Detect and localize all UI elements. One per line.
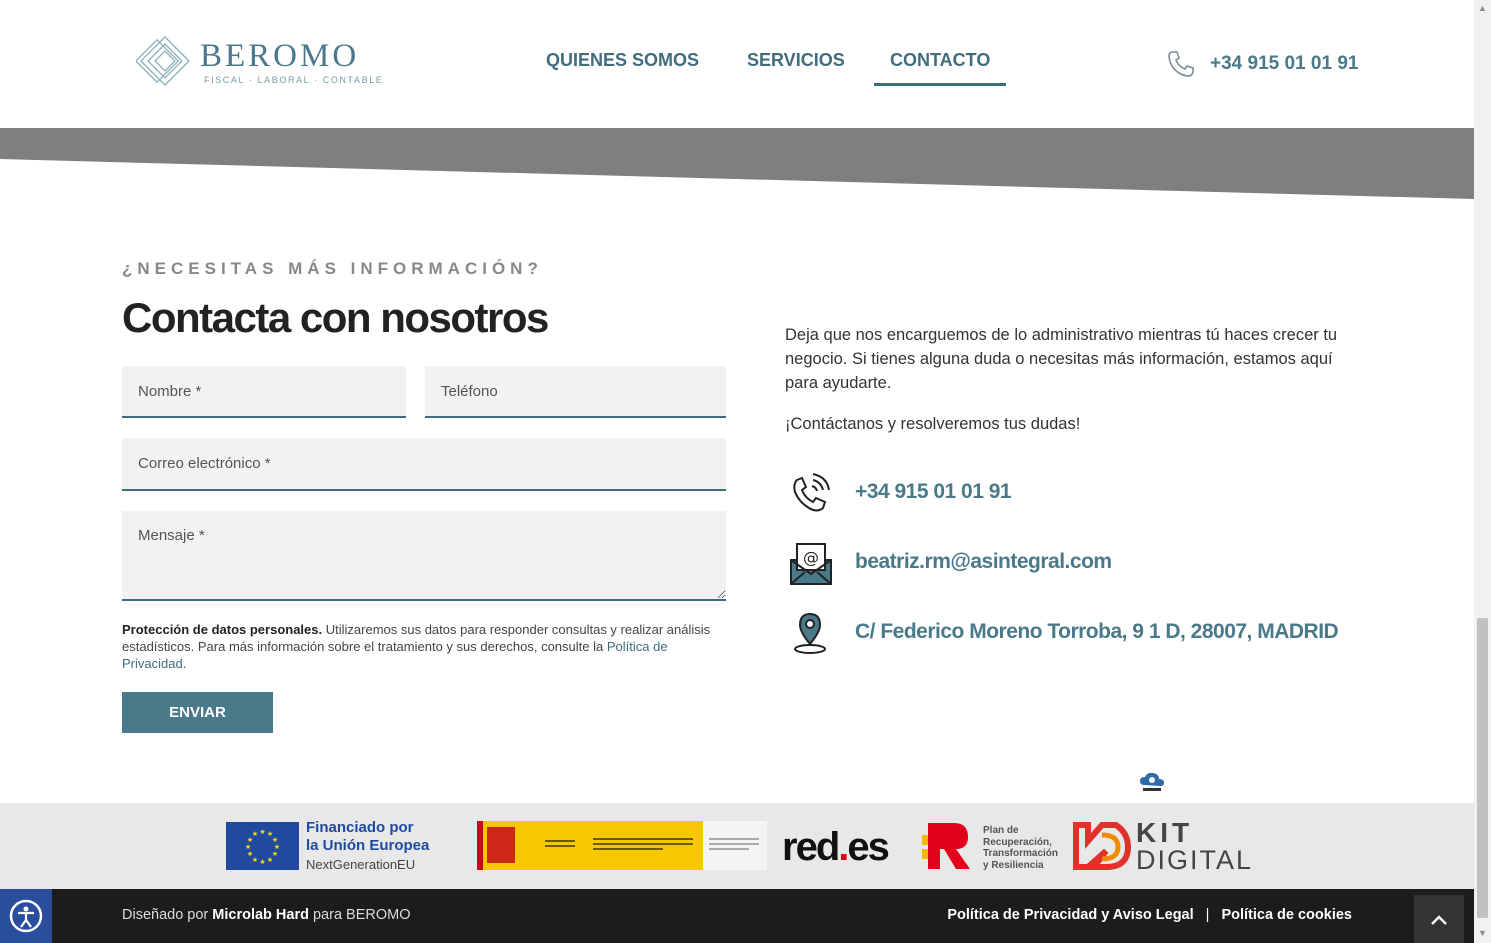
contact-description: Deja que nos encarguemos de lo administr… xyxy=(785,326,1338,392)
accessibility-icon xyxy=(9,899,43,933)
submit-button[interactable]: ENVIAR xyxy=(122,692,273,733)
email-input[interactable] xyxy=(122,438,726,491)
prtr-line-2: Recuperación, xyxy=(983,836,1052,848)
logo-tagline: FISCAL · LABORAL · CONTABLE xyxy=(204,75,384,85)
svg-text:★: ★ xyxy=(245,843,251,851)
gobierno-espana-logo xyxy=(477,821,767,870)
eu-nextgen-text: NextGenerationEU xyxy=(306,857,416,872)
scroll-down-arrow-icon[interactable]: ▼ xyxy=(1478,928,1487,938)
scroll-to-top-button[interactable] xyxy=(1414,895,1464,943)
accessibility-button[interactable] xyxy=(0,889,52,943)
prtr-line-4: y Resiliencia xyxy=(983,859,1044,871)
header-phone-number: +34 915 01 01 91 xyxy=(1210,53,1359,74)
privacy-bold: Protección de datos personales. xyxy=(122,622,323,637)
footer-separator: | xyxy=(1205,907,1210,923)
site-header: BEROMO FISCAL · LABORAL · CONTABLE QUIEN… xyxy=(0,0,1474,128)
phone-icon xyxy=(1168,51,1194,77)
sponsor-logos-band: ★ ★ ★ ★ ★ ★ ★ ★ ★ ★ ★ ★ Financiado por la Unión … xyxy=(0,803,1474,889)
message-textarea[interactable] xyxy=(122,511,726,601)
privacy-notice: Protección de datos personales. Utilizar… xyxy=(122,621,732,672)
beromo-logo[interactable]: BEROMO FISCAL · LABORAL · CONTABLE xyxy=(136,32,382,92)
info-email-text: beatriz.rm@asintegral.com xyxy=(855,550,1112,573)
prtr-line-1: Plan de xyxy=(983,825,1019,836)
nav-active-underline xyxy=(874,83,1006,86)
phone-input[interactable] xyxy=(425,366,726,418)
eu-funding-text: Financiado por la Unión Europea xyxy=(306,819,429,855)
kit-text-line2: DIGITAL xyxy=(1136,845,1254,875)
redes-dot: . xyxy=(838,825,849,869)
email-envelope-icon: @ xyxy=(790,543,832,585)
scrollbar-thumb[interactable] xyxy=(1477,618,1488,918)
phone-call-icon xyxy=(793,473,830,512)
section-eyebrow: ¿NECESITAS MÁS INFORMACIÓN? xyxy=(122,259,543,278)
prtr-text: Plan de Recuperación, Transformación y R… xyxy=(983,825,1058,871)
redes-logo: red.es xyxy=(782,825,890,870)
nav-quienes-somos[interactable]: QUIENES SOMOS xyxy=(546,50,699,71)
redes-part-a: red xyxy=(782,825,840,869)
info-address-text: C/ Federico Moreno Torroba, 9 1 D, 28007… xyxy=(855,620,1339,643)
credit-suffix: para BEROMO xyxy=(308,907,411,923)
microlab-cloud-icon[interactable] xyxy=(1138,769,1166,793)
svg-text:★: ★ xyxy=(267,856,273,864)
svg-text:★: ★ xyxy=(259,828,265,836)
svg-text:@: @ xyxy=(803,548,819,567)
location-pin-icon xyxy=(794,612,826,654)
footer-credit: Diseñado por Microlab Hard para BEROMO xyxy=(122,907,411,923)
footer-cookies-link[interactable]: Política de cookies xyxy=(1221,907,1352,923)
decorative-slanted-band xyxy=(0,128,1474,199)
page-scrollbar[interactable]: ▲ ▼ xyxy=(1474,0,1491,943)
eu-flag-icon: ★ ★ ★ ★ ★ ★ ★ ★ ★ ★ ★ ★ xyxy=(226,822,299,870)
prtr-logo-icon xyxy=(922,823,970,869)
logo-name: BEROMO xyxy=(200,38,360,74)
svg-text:★: ★ xyxy=(247,850,253,858)
chevron-up-icon xyxy=(1431,914,1447,925)
nav-servicios[interactable]: SERVICIOS xyxy=(747,50,845,71)
eu-line-2: la Unión Europea xyxy=(306,837,430,854)
logo-diamond-icon xyxy=(136,36,190,86)
nav-contacto[interactable]: CONTACTO xyxy=(890,50,990,71)
credit-prefix: Diseñado por xyxy=(122,907,213,923)
contact-cta: ¡Contáctanos y resolveremos tus dudas! xyxy=(785,415,1081,433)
svg-text:★: ★ xyxy=(259,858,265,866)
footer-links: Política de Privacidad y Aviso Legal | Pol… xyxy=(947,907,1352,923)
site-footer: Diseñado por Microlab Hard para BEROMO P… xyxy=(0,889,1474,943)
redes-part-b: es xyxy=(847,825,889,869)
privacy-end: . xyxy=(182,656,187,671)
footer-privacy-link[interactable]: Política de Privacidad y Aviso Legal xyxy=(947,907,1193,923)
scroll-up-arrow-icon[interactable]: ▲ xyxy=(1478,3,1487,13)
svg-text:★: ★ xyxy=(252,830,258,838)
kit-digital-icon xyxy=(1073,822,1132,870)
info-phone-text: +34 915 01 01 91 xyxy=(855,480,1012,503)
name-input[interactable] xyxy=(122,366,406,418)
header-phone-link[interactable]: +34 915 01 01 91 xyxy=(1166,48,1358,80)
credit-company-link[interactable]: Microlab Hard xyxy=(212,907,309,923)
section-title: Contacta con nosotros xyxy=(122,294,549,341)
prtr-line-3: Transformación xyxy=(983,848,1059,859)
eu-line-1: Financiado por xyxy=(306,819,414,836)
